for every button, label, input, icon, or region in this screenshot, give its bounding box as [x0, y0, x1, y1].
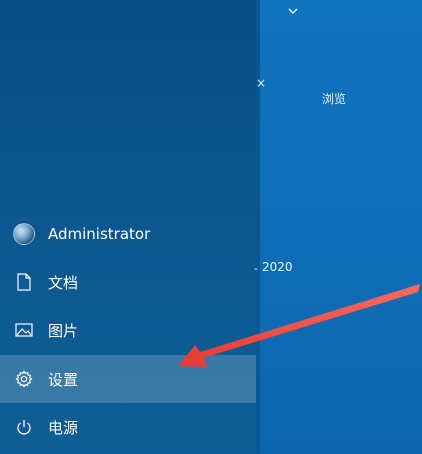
start-item-pictures[interactable]: 图片 — [0, 306, 256, 354]
image-icon — [0, 306, 48, 354]
chevron-down-icon[interactable] — [288, 6, 298, 16]
start-item-user[interactable]: Administrator — [0, 210, 256, 258]
avatar — [13, 223, 35, 245]
power-icon — [0, 403, 48, 451]
start-item-documents[interactable]: 文档 — [0, 258, 256, 306]
power-label: 电源 — [48, 418, 79, 437]
document-icon — [0, 258, 48, 306]
pictures-label: 图片 — [48, 321, 79, 340]
gear-icon — [0, 355, 48, 403]
close-glyph[interactable]: × — [256, 76, 266, 90]
panel-divider — [256, 0, 260, 454]
year-text: 2020 — [262, 260, 293, 274]
start-item-settings[interactable]: 设置 — [0, 355, 256, 403]
browse-label[interactable]: 浏览 — [322, 90, 346, 107]
user-avatar-icon — [0, 210, 48, 258]
start-item-power[interactable]: 电源 — [0, 403, 256, 451]
user-name-label: Administrator — [48, 225, 151, 243]
settings-label: 设置 — [48, 370, 79, 389]
documents-label: 文档 — [48, 273, 79, 292]
tiles-area — [256, 0, 422, 454]
